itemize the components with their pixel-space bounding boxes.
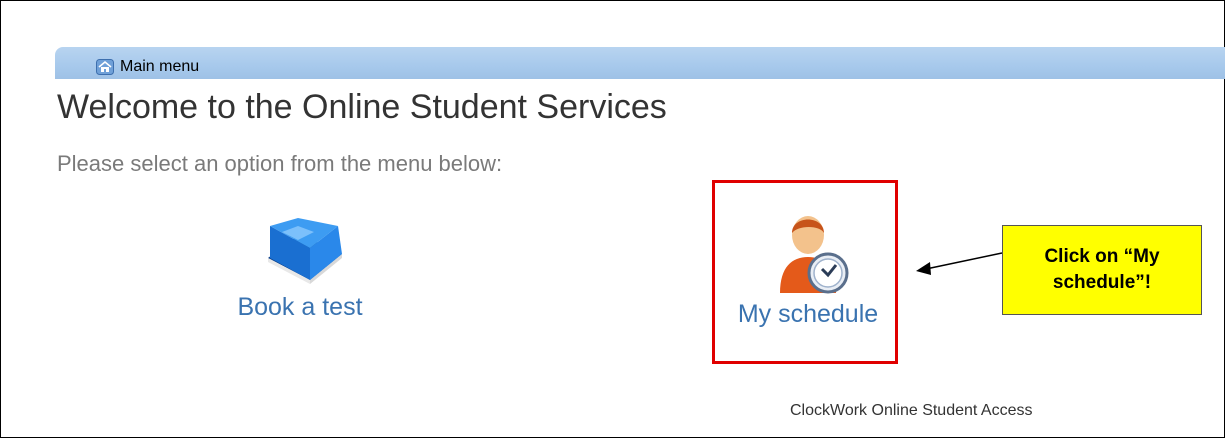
book-a-test-option[interactable]: Book a test xyxy=(200,218,400,322)
footer-text: ClockWork Online Student Access xyxy=(790,402,1033,419)
main-menu-bar[interactable] xyxy=(55,47,1225,79)
page-title: Welcome to the Online Student Services xyxy=(57,88,667,126)
page-subtitle: Please select an option from the menu be… xyxy=(57,151,503,176)
book-icon xyxy=(200,218,400,293)
main-menu-link[interactable]: Main menu xyxy=(96,57,199,77)
pointer-arrow xyxy=(916,252,1003,275)
book-a-test-label[interactable]: Book a test xyxy=(200,293,400,322)
callout-note: Click on “My schedule”! xyxy=(1002,225,1202,315)
highlight-box xyxy=(712,180,898,364)
house-icon xyxy=(96,59,114,75)
main-menu-label: Main menu xyxy=(120,58,200,75)
